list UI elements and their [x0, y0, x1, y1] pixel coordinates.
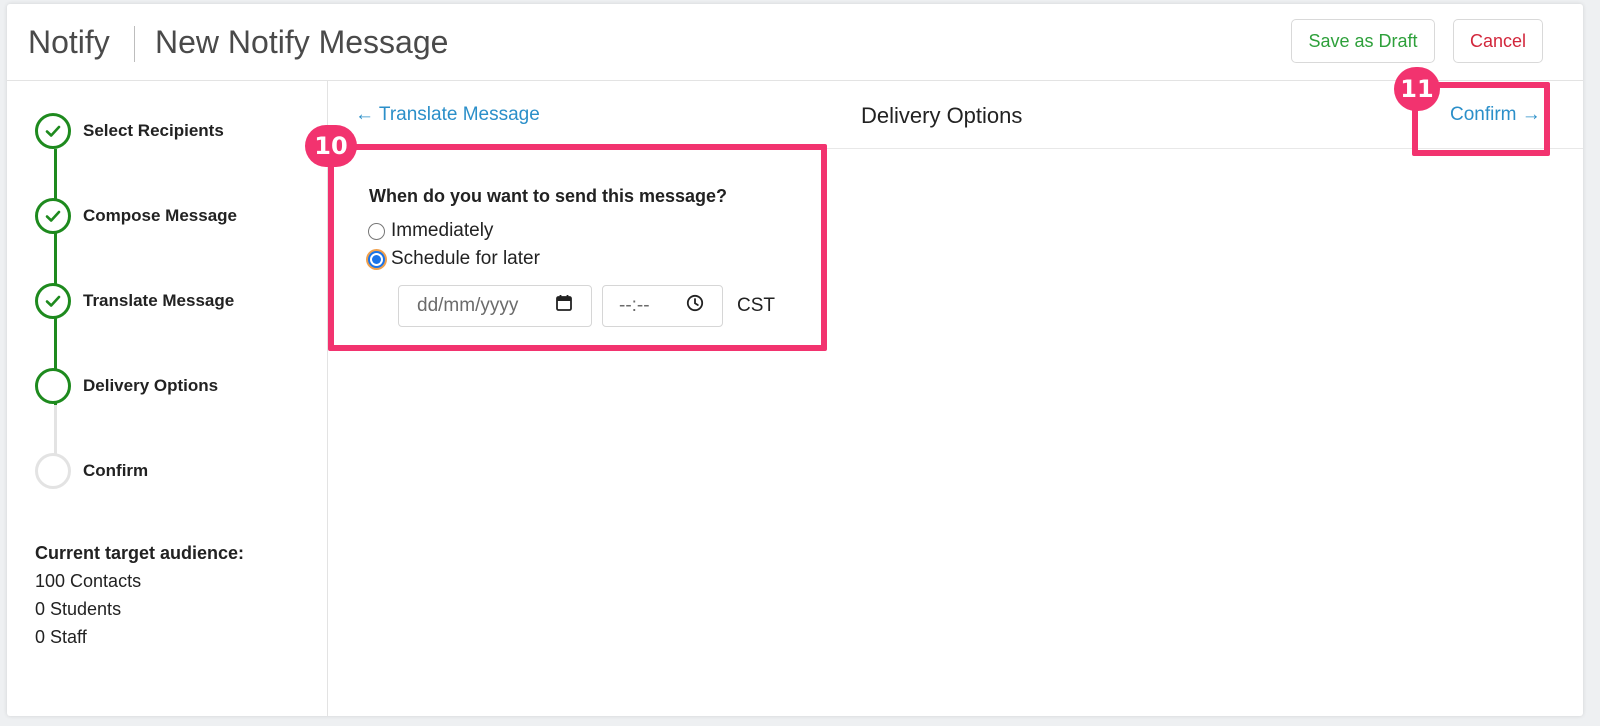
option-label: Schedule for later [391, 248, 540, 269]
check-icon [35, 198, 71, 234]
date-placeholder: dd/mm/yyyy [417, 295, 519, 316]
step-compose-message[interactable]: Compose Message [35, 198, 237, 234]
section-title: Delivery Options [861, 103, 1023, 128]
check-icon [35, 113, 71, 149]
step-label: Confirm [83, 461, 149, 480]
radio-schedule-later[interactable] [368, 250, 385, 268]
date-input[interactable]: dd/mm/yyyy [398, 285, 592, 327]
title-divider [134, 26, 135, 62]
step-label: Translate Message [83, 291, 235, 310]
app-window: Notify New Notify Message Save as Draft … [7, 4, 1583, 716]
audience-students: 0 Students [35, 599, 122, 619]
back-link-translate-message[interactable]: ← Translate Message [355, 104, 540, 126]
time-placeholder: --:-- [619, 295, 650, 316]
step-label: Compose Message [83, 206, 237, 225]
clock-icon[interactable] [686, 294, 704, 318]
calendar-icon[interactable] [555, 294, 573, 318]
next-link-confirm[interactable]: Confirm → [1450, 104, 1541, 126]
page-title: New Notify Message [155, 24, 449, 60]
page-header: Notify New Notify Message Save as Draft … [7, 4, 1583, 81]
step-translate-message[interactable]: Translate Message [35, 283, 234, 319]
callout-badge-11: 11 [1394, 67, 1440, 111]
radio-immediately[interactable] [368, 222, 385, 240]
current-step-circle [35, 368, 71, 404]
radio-dot [372, 254, 381, 264]
step-label: Select Recipients [83, 121, 224, 140]
option-schedule-later[interactable]: Schedule for later [368, 248, 540, 270]
save-draft-button[interactable]: Save as Draft [1291, 19, 1435, 63]
option-immediately[interactable]: Immediately [368, 220, 493, 242]
audience-contacts: 100 Contacts [35, 571, 142, 591]
main-panel: ← Translate Message Delivery Options Con… [328, 81, 1583, 716]
audience-staff: 0 Staff [35, 627, 87, 647]
option-label: Immediately [391, 220, 494, 241]
time-input[interactable]: --:-- [602, 285, 723, 327]
cancel-button[interactable]: Cancel [1453, 19, 1543, 63]
step-confirm[interactable]: Confirm [35, 453, 148, 489]
delivery-question: When do you want to send this message? [369, 186, 728, 206]
wizard-sidebar: Select Recipients Compose Message Transl… [7, 81, 328, 716]
timezone-label: CST [737, 295, 775, 316]
step-select-recipients[interactable]: Select Recipients [35, 113, 224, 149]
pending-step-circle [35, 453, 71, 489]
callout-badge-10: 10 [305, 125, 357, 167]
app-name: Notify [28, 24, 110, 60]
step-label: Delivery Options [83, 376, 219, 395]
step-delivery-options[interactable]: Delivery Options [35, 368, 218, 404]
check-icon [35, 283, 71, 319]
audience-title: Current target audience: [35, 543, 245, 563]
divider [328, 148, 1583, 149]
